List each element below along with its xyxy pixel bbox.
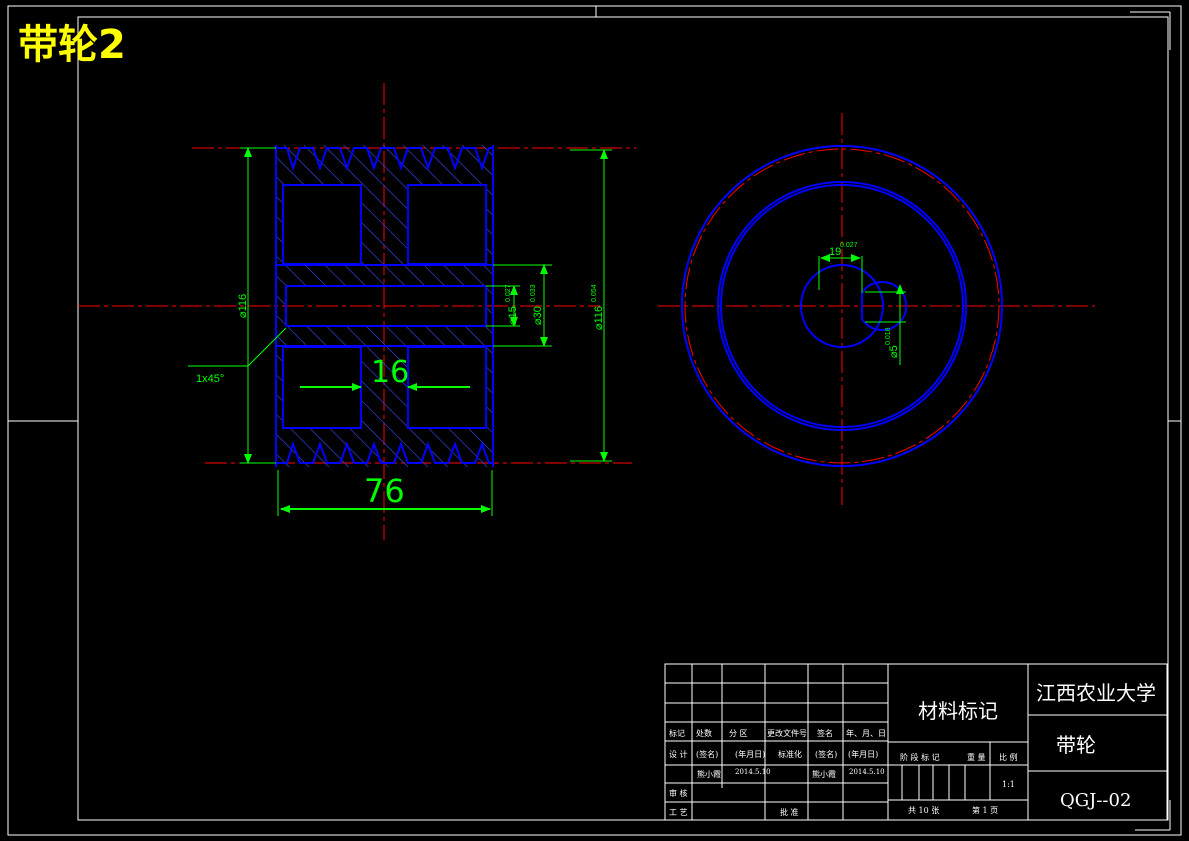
dim-outer-right-tol: 0.054 <box>591 284 598 302</box>
front-view: ⌀116 ⌀116 0.054 ⌀30 0.033 ⌀15 0.027 16 7… <box>78 83 636 540</box>
university-name: 江西农业大学 <box>1036 681 1156 705</box>
hdr-count: 处数 <box>696 728 712 738</box>
scale-label: 比 例 <box>999 752 1018 762</box>
sheet-number: 第 1 页 <box>972 805 998 815</box>
hdr-date: 年、月、日 <box>846 728 886 738</box>
sheets-total: 共 10 张 <box>908 806 939 815</box>
part-name: 带轮 <box>1056 733 1096 757</box>
sheet-border <box>7 5 1182 836</box>
design-date: 2014.5.10 <box>735 768 771 776</box>
material-label: 材料标记 <box>918 699 998 723</box>
dim-key-width-tol: 0.027 <box>840 242 858 249</box>
sheet-title: 带轮2 <box>18 22 126 68</box>
side-centerlines <box>658 113 1095 505</box>
std-date: 2014.5.10 <box>849 768 885 776</box>
title-block-text: 材料标记 江西农业大学 带轮 QGJ--02 标记 处数 分 区 更改文件号 签… <box>669 681 1156 817</box>
std-label: 标准化 <box>778 749 802 759</box>
sign-label-1: (签名) <box>696 749 718 759</box>
dim-outer-right: ⌀116 <box>593 306 605 330</box>
hdr-change-doc: 更改文件号 <box>767 728 807 738</box>
dim-width: 76 <box>364 472 405 510</box>
dim-web: 16 <box>371 355 409 390</box>
dim-hub: ⌀30 <box>532 306 544 325</box>
designer-name: 熊小霞 <box>697 769 721 779</box>
date-label-2: (年月日) <box>848 749 878 759</box>
hdr-mark: 标记 <box>669 728 685 738</box>
drawing-number: QGJ--02 <box>1060 790 1131 811</box>
hdr-zone: 分 区 <box>729 729 748 738</box>
dim-bore-tol: 0.027 <box>505 284 512 302</box>
header-row: 标记 处数 分 区 更改文件号 签名 年、月、日 <box>669 728 886 738</box>
std-person: 熊小霞 <box>812 769 836 779</box>
sign-label-2: (签名) <box>815 749 837 759</box>
date-label-1: (年月日) <box>735 749 765 759</box>
dim-shaft-tol: 0.018 <box>885 327 892 345</box>
dim-outer-left: ⌀116 <box>237 294 249 318</box>
dim-shaft: ⌀5 <box>888 345 900 358</box>
engineering-drawing: 带轮2 ⌀116 ⌀116 0.054 ⌀30 0.033 ⌀15 0.027 … <box>7 5 1182 836</box>
dim-chamfer: 1x45° <box>196 373 224 385</box>
process-label: 工 艺 <box>669 808 688 817</box>
stage-label: 阶 段 标 记 <box>900 752 940 762</box>
review-label: 审 核 <box>669 788 688 798</box>
hdr-sign: 签名 <box>817 728 833 738</box>
design-label: 设 计 <box>669 749 688 759</box>
dim-hub-tol: 0.033 <box>530 284 537 302</box>
dim-bore: ⌀15 <box>507 306 519 325</box>
weight-label: 重 量 <box>967 752 986 762</box>
approve-label: 批 准 <box>780 807 799 817</box>
side-view: 19 0.027 ⌀5 0.018 <box>658 113 1095 505</box>
scale-value: 1:1 <box>1002 780 1015 789</box>
